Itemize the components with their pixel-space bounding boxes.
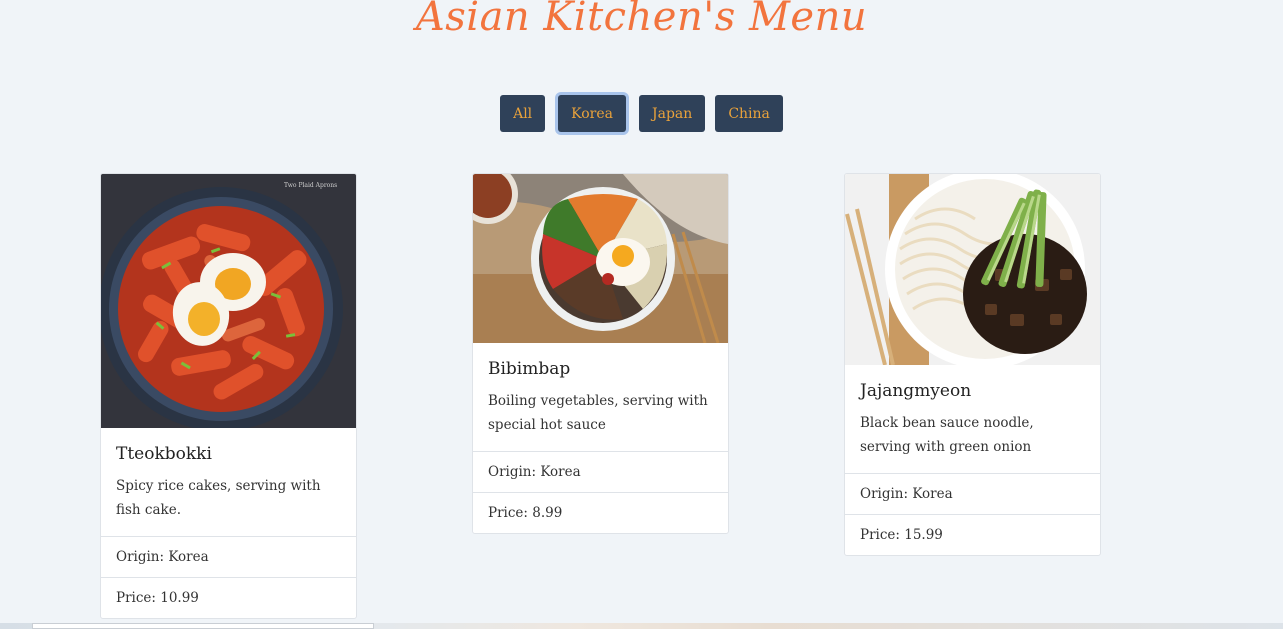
card-description: Boiling vegetables, serving with special… (488, 393, 708, 433)
category-filter-bar: All Korea Japan China (0, 95, 1283, 132)
menu-card-bibimbap: Bibimbap Boiling vegetables, serving wit… (472, 173, 729, 534)
menu-card-tteokbokki: Two Plaid Aprons Tteokbokki Spicy rice c… (100, 173, 357, 619)
image-watermark: Two Plaid Aprons (284, 182, 337, 189)
filter-china-button[interactable]: China (715, 95, 783, 132)
card-origin: Origin: Korea (101, 536, 356, 577)
card-price: Price: 8.99 (473, 492, 728, 533)
tteokbokki-image: Two Plaid Aprons (101, 174, 356, 428)
card-description: Black bean sauce noodle, serving with gr… (860, 415, 1034, 455)
card-origin: Origin: Korea (845, 473, 1100, 514)
bibimbap-image (473, 174, 728, 343)
card-body: Bibimbap Boiling vegetables, serving wit… (473, 343, 728, 451)
card-description: Spicy rice cakes, serving with fish cake… (116, 478, 321, 518)
card-body: Tteokbokki Spicy rice cakes, serving wit… (101, 428, 356, 536)
card-price: Price: 15.99 (845, 514, 1100, 555)
card-body: Jajangmyeon Black bean sauce noodle, ser… (845, 365, 1100, 473)
card-title: Jajangmyeon (860, 381, 972, 401)
menu-card-jajangmyeon: Jajangmyeon Black bean sauce noodle, ser… (844, 173, 1101, 556)
card-origin: Origin: Korea (473, 451, 728, 492)
filter-korea-button[interactable]: Korea (558, 95, 627, 132)
filter-japan-button[interactable]: Japan (639, 95, 706, 132)
card-price: Price: 10.99 (101, 577, 356, 618)
bottom-partial-panel (32, 623, 374, 629)
jajangmyeon-image (845, 174, 1100, 365)
filter-all-button[interactable]: All (500, 95, 546, 132)
page-title: Asian Kitchen's Menu (415, 0, 868, 40)
card-title: Tteokbokki (116, 444, 212, 464)
card-title: Bibimbap (488, 359, 571, 379)
